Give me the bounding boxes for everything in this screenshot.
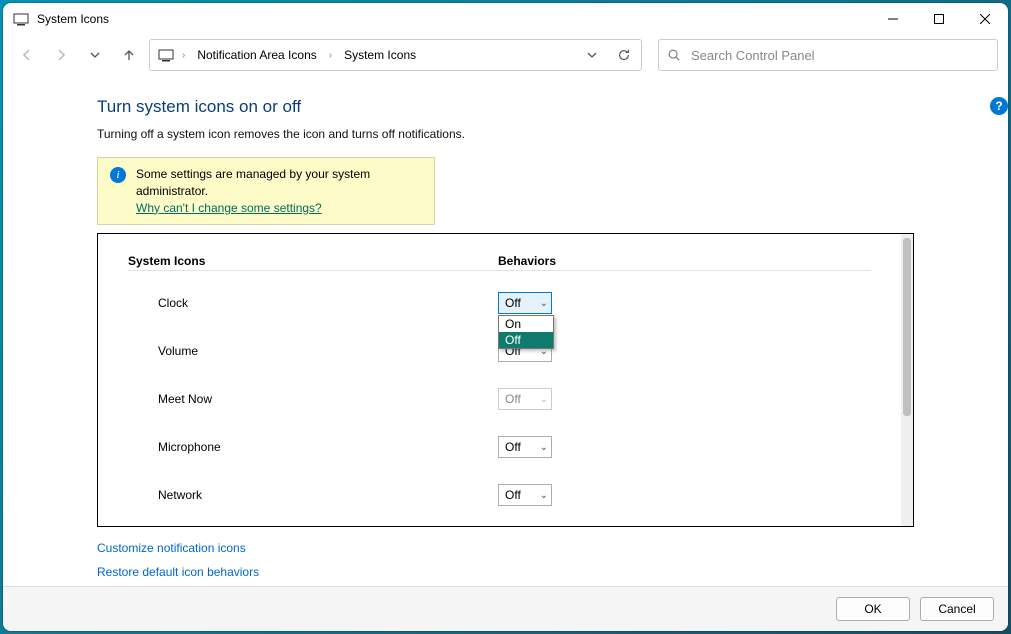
dropdown-value: Off	[505, 392, 521, 406]
admin-banner: i Some settings are managed by your syst…	[97, 157, 435, 225]
footer: OK Cancel	[3, 586, 1008, 631]
table-row: Network Off ⌄	[128, 471, 871, 519]
row-label: Microphone	[128, 440, 498, 454]
dropdown-menu: On Off	[498, 315, 554, 349]
col-system-icons: System Icons	[128, 254, 498, 268]
app-icon	[13, 11, 29, 27]
row-label: Network	[128, 488, 498, 502]
close-button[interactable]	[962, 3, 1008, 35]
maximize-button[interactable]	[916, 3, 962, 35]
titlebar: System Icons	[3, 3, 1008, 35]
dropdown-option-off[interactable]: Off	[499, 332, 553, 348]
ok-button[interactable]: OK	[836, 597, 910, 621]
links-section: Customize notification icons Restore def…	[97, 541, 914, 579]
chevron-down-icon: ⌄	[540, 394, 548, 405]
breadcrumb-item[interactable]: System Icons	[340, 46, 420, 64]
search-icon	[667, 48, 681, 62]
table-row: Meet Now Off ⌄	[128, 375, 871, 423]
table-row: Microphone Off ⌄	[128, 423, 871, 471]
dropdown-option-on[interactable]: On	[499, 316, 553, 332]
row-label: Meet Now	[128, 392, 498, 406]
navigation-row: › Notification Area Icons › System Icons	[3, 35, 1008, 79]
row-label: Volume	[128, 344, 498, 358]
behavior-dropdown[interactable]: Off ⌄ On Off	[498, 292, 552, 314]
recent-locations-button[interactable]	[81, 41, 109, 69]
table-row: Clock Off ⌄ On Off	[128, 279, 871, 327]
scrollbar[interactable]	[901, 234, 913, 526]
back-button[interactable]	[13, 41, 41, 69]
dropdown-value: Off	[505, 296, 521, 310]
chevron-down-icon: ⌄	[540, 490, 548, 501]
behavior-dropdown[interactable]: Off ⌄	[498, 484, 552, 506]
cancel-button[interactable]: Cancel	[920, 597, 994, 621]
banner-link[interactable]: Why can't I change some settings?	[136, 201, 322, 215]
search-input[interactable]	[689, 47, 989, 64]
refresh-button[interactable]	[611, 42, 637, 68]
location-icon	[158, 47, 174, 63]
scrollbar-thumb[interactable]	[903, 238, 911, 416]
behavior-dropdown[interactable]: Off ⌄	[498, 436, 552, 458]
col-behaviors: Behaviors	[498, 254, 871, 268]
dropdown-value: Off	[505, 488, 521, 502]
chevron-right-icon: ›	[180, 50, 187, 61]
address-bar[interactable]: › Notification Area Icons › System Icons	[149, 39, 642, 71]
help-icon[interactable]: ?	[990, 97, 1008, 115]
window: System Icons › Notificati	[3, 3, 1008, 631]
icons-panel: System Icons Behaviors Clock Off ⌄ On Of…	[97, 233, 914, 527]
banner-message: Some settings are managed by your system…	[136, 167, 370, 198]
info-icon: i	[110, 167, 126, 183]
column-headers: System Icons Behaviors	[128, 254, 871, 271]
minimize-button[interactable]	[870, 3, 916, 35]
page-heading: Turn system icons on or off	[97, 97, 914, 117]
customize-link[interactable]: Customize notification icons	[97, 541, 914, 555]
page-subheading: Turning off a system icon removes the ic…	[97, 127, 914, 141]
history-dropdown-button[interactable]	[579, 42, 605, 68]
restore-link[interactable]: Restore default icon behaviors	[97, 565, 914, 579]
chevron-down-icon: ⌄	[540, 442, 548, 453]
up-button[interactable]	[115, 41, 143, 69]
row-label: Clock	[128, 296, 498, 310]
forward-button[interactable]	[47, 41, 75, 69]
content-area: ? Turn system icons on or off Turning of…	[3, 79, 1008, 586]
chevron-down-icon: ⌄	[540, 298, 548, 309]
search-box[interactable]	[658, 39, 998, 71]
breadcrumb-item[interactable]: Notification Area Icons	[193, 46, 320, 64]
chevron-right-icon: ›	[327, 50, 334, 61]
window-title: System Icons	[37, 12, 109, 26]
behavior-dropdown: Off ⌄	[498, 388, 552, 410]
dropdown-value: Off	[505, 440, 521, 454]
